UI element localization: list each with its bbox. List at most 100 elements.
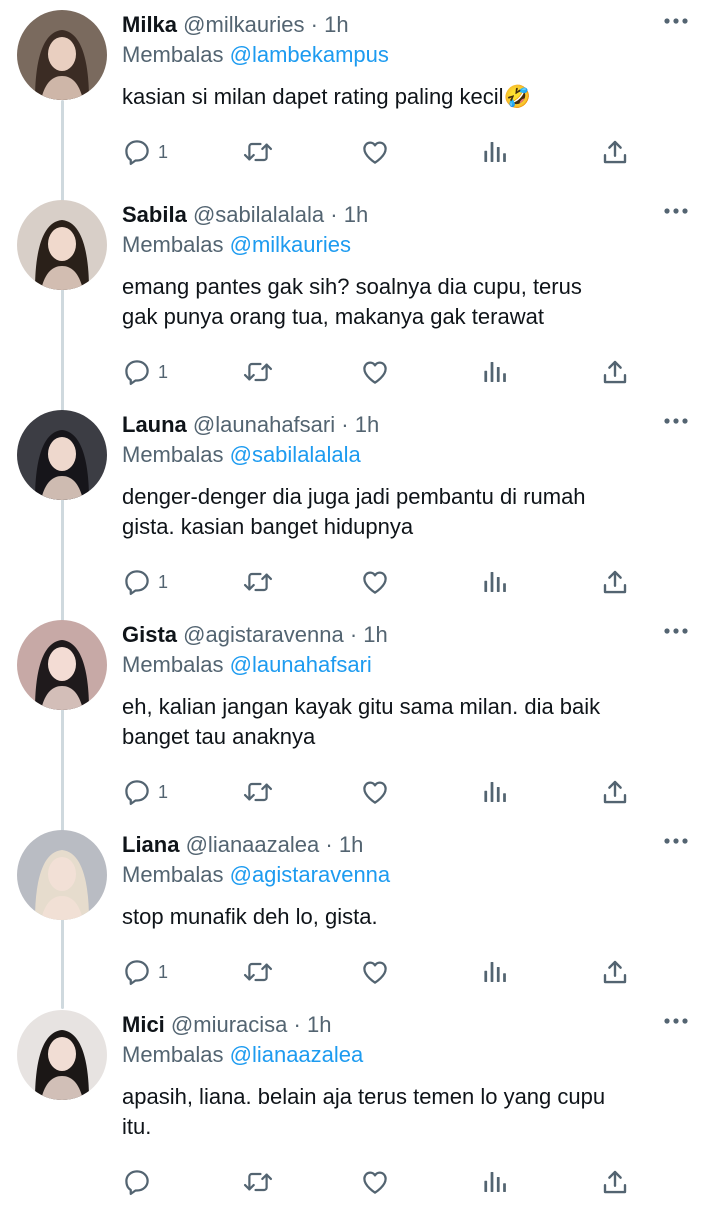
replying-label: Membalas	[122, 652, 224, 677]
separator-dot: ·	[325, 832, 333, 857]
avatar[interactable]	[17, 10, 107, 100]
share-button[interactable]	[600, 1164, 630, 1200]
timestamp[interactable]: 1h	[324, 12, 348, 37]
more-icon	[658, 628, 694, 650]
user-handle[interactable]: @milkauries	[183, 12, 304, 37]
display-name[interactable]: Mici	[122, 1012, 165, 1037]
more-options-button[interactable]	[658, 406, 694, 436]
like-button[interactable]	[360, 354, 390, 390]
display-name[interactable]: Milka	[122, 12, 177, 37]
timestamp[interactable]: 1h	[344, 202, 368, 227]
mention-link[interactable]: @lianaazalea	[230, 1042, 364, 1067]
views-button[interactable]	[480, 774, 510, 810]
reply-icon	[122, 357, 152, 387]
retweet-icon	[242, 567, 274, 597]
timestamp[interactable]: 1h	[307, 1012, 331, 1037]
share-button[interactable]	[600, 134, 630, 170]
more-options-button[interactable]	[658, 616, 694, 646]
share-icon	[600, 357, 630, 387]
avatar[interactable]	[17, 1010, 107, 1100]
reply-count: 1	[158, 361, 169, 382]
retweet-button[interactable]	[242, 954, 274, 990]
reply-button[interactable]: 1	[122, 134, 168, 170]
separator-dot: ·	[349, 622, 358, 647]
display-name[interactable]: Launa	[122, 412, 187, 437]
tweet-text-line: apasih, liana. belain aja terus temen lo…	[122, 1084, 606, 1109]
reply-button[interactable]: 1	[122, 564, 168, 600]
tweet[interactable]: Milka @milkauries · 1h Membalas @lambekam…	[0, 4, 718, 214]
retweet-button[interactable]	[242, 774, 274, 810]
mention-link[interactable]: @sabilalalala	[230, 442, 361, 467]
retweet-icon	[242, 957, 274, 987]
user-handle[interactable]: @launahafsari	[193, 412, 335, 437]
more-options-button[interactable]	[658, 826, 694, 856]
tweet[interactable]: Launa @launahafsari · 1h Membalas @sabila…	[0, 404, 718, 614]
reply-button[interactable]: 1	[122, 354, 168, 390]
reply-icon	[122, 137, 152, 167]
mention-link[interactable]: @milkauries	[230, 232, 351, 257]
more-options-button[interactable]	[658, 6, 694, 36]
heart-icon	[360, 777, 390, 807]
avatar[interactable]	[17, 620, 107, 710]
replying-to: Membalas @sabilalalala	[122, 440, 361, 470]
timestamp[interactable]: 1h	[363, 622, 387, 647]
views-button[interactable]	[480, 954, 510, 990]
tweet-actions: 1	[122, 954, 632, 990]
mention-link[interactable]: @launahafsari	[230, 652, 372, 677]
display-name[interactable]: Sabila	[122, 202, 187, 227]
replying-to: Membalas @launahafsari	[122, 650, 372, 680]
reply-count: 1	[158, 781, 169, 802]
views-button[interactable]	[480, 1164, 510, 1200]
more-options-button[interactable]	[658, 1006, 694, 1036]
reply-button[interactable]: 1	[122, 954, 168, 990]
tweet[interactable]: Gista @agistaravenna · 1h Membalas @launa…	[0, 614, 718, 824]
replying-label: Membalas	[122, 42, 224, 67]
share-button[interactable]	[600, 564, 630, 600]
mention-link[interactable]: @lambekampus	[230, 42, 389, 67]
tweet[interactable]: Mici @miuracisa · 1h Membalas @lianaazale…	[0, 1004, 718, 1214]
tweet-header: Gista @agistaravenna · 1h	[122, 620, 388, 650]
user-handle[interactable]: @miuracisa	[171, 1012, 287, 1037]
user-handle[interactable]: @lianaazalea	[186, 832, 320, 857]
tweet-actions: 1	[122, 354, 632, 390]
timestamp[interactable]: 1h	[339, 832, 363, 857]
retweet-button[interactable]	[242, 134, 274, 170]
tweet-text: stop munafik deh lo, gista.	[122, 902, 692, 932]
avatar[interactable]	[17, 200, 107, 290]
like-button[interactable]	[360, 564, 390, 600]
like-button[interactable]	[360, 774, 390, 810]
tweet[interactable]: Sabila @sabilalalala · 1h Membalas @milka…	[0, 194, 718, 404]
timestamp[interactable]: 1h	[355, 412, 379, 437]
like-button[interactable]	[360, 1164, 390, 1200]
mention-link[interactable]: @agistaravenna	[230, 862, 391, 887]
like-button[interactable]	[360, 954, 390, 990]
retweet-button[interactable]	[242, 354, 274, 390]
display-name[interactable]: Liana	[122, 832, 179, 857]
user-handle[interactable]: @agistaravenna	[183, 622, 344, 647]
views-button[interactable]	[480, 564, 510, 600]
share-button[interactable]	[600, 954, 630, 990]
views-button[interactable]	[480, 134, 510, 170]
more-icon	[658, 208, 694, 230]
more-options-button[interactable]	[658, 196, 694, 226]
share-button[interactable]	[600, 354, 630, 390]
avatar[interactable]	[17, 410, 107, 500]
tweet-text-line: stop munafik deh lo, gista.	[122, 904, 378, 929]
share-icon	[600, 567, 630, 597]
reply-button[interactable]: 1	[122, 774, 168, 810]
retweet-button[interactable]	[242, 564, 274, 600]
tweet-text: denger-denger dia juga jadi pembantu di …	[122, 482, 692, 542]
display-name[interactable]: Gista	[122, 622, 177, 647]
reply-button[interactable]	[122, 1164, 158, 1200]
like-button[interactable]	[360, 134, 390, 170]
tweet[interactable]: Liana @lianaazalea · 1h Membalas @agistar…	[0, 824, 718, 1034]
avatar[interactable]	[17, 830, 107, 920]
separator-dot: ·	[341, 412, 349, 437]
tweet-header: Mici @miuracisa · 1h	[122, 1010, 331, 1040]
retweet-button[interactable]	[242, 1164, 274, 1200]
user-handle[interactable]: @sabilalalala	[193, 202, 324, 227]
share-button[interactable]	[600, 774, 630, 810]
tweet-text-line: emang pantes gak sih? soalnya dia cupu, …	[122, 274, 582, 299]
tweet-header: Milka @milkauries · 1h	[122, 10, 349, 40]
views-button[interactable]	[480, 354, 510, 390]
